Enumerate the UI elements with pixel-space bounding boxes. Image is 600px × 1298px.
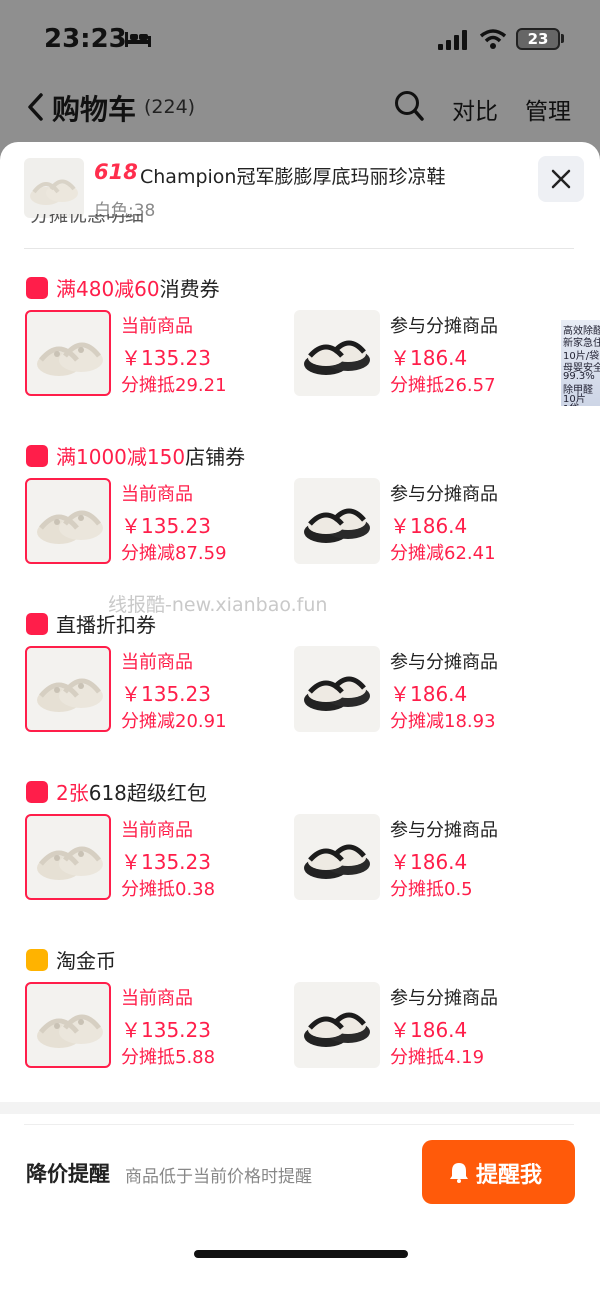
current-product-label: 当前商品 [121,484,193,505]
shared-product-image[interactable] [294,982,380,1068]
shared-product-price: ￥186.4 [390,1018,468,1042]
coupon-icon [26,277,48,299]
current-product-price: ￥135.23 [121,514,211,538]
shared-product-price: ￥186.4 [390,850,468,874]
current-product-share: 分摊抵0.38 [121,879,216,900]
shared-product-label: 参与分摊商品 [390,484,498,505]
divider [24,1124,574,1125]
discount-title: 淘金币 [56,949,116,973]
sandal-image [30,179,78,205]
remind-me-label: 提醒我 [476,1163,543,1188]
compare-button[interactable]: 对比 [452,92,498,126]
divider [24,248,574,249]
shared-product-image[interactable] [294,310,380,396]
battery-tip [561,34,564,43]
home-indicator [194,1250,408,1258]
discount-title: 满480减60消费券 [56,277,220,301]
discount-title: 2张618超级红包 [56,781,207,805]
shared-product-price: ￥186.4 [390,682,468,706]
red-packet-icon [26,781,48,803]
status-bar: 23:23 23 [0,0,600,80]
current-product-label: 当前商品 [121,316,193,337]
shared-product-label: 参与分摊商品 [390,316,498,337]
discount-title: 直播折扣券 [56,613,156,637]
current-product-label: 当前商品 [121,652,193,673]
discount-title: 满1000减150店铺券 [56,445,246,469]
discount-section: 淘金币 当前商品 ￥135.23 分摊抵5.88 参与分摊商品 ￥186.4 分摊抵4.19 [0,948,600,1113]
current-product-image[interactable] [25,478,111,564]
shop-icon [26,445,48,467]
live-icon [26,613,48,635]
close-icon [551,169,571,189]
shared-product-price: ￥186.4 [390,346,468,370]
shared-product-share: 分摊减62.41 [390,543,496,564]
page-title: 购物车 [52,93,137,126]
shared-product-share: 分摊抵26.57 [390,375,496,396]
discount-section: 满480减60消费券当前商品 ￥135.23 分摊抵29.21 参与分摊商品 ￥186.… [0,276,600,441]
current-product-share: 分摊抵5.88 [121,1047,216,1068]
current-product-price: ￥135.23 [121,850,211,874]
cellular-signal-icon [438,30,467,50]
shared-product-image[interactable] [294,814,380,900]
current-product-image[interactable] [25,982,111,1068]
shared-product-label: 参与分摊商品 [390,820,498,841]
current-product-price: ￥135.23 [121,346,211,370]
current-product-share: 分摊抵29.21 [121,375,227,396]
status-time: 23:23 [44,24,127,54]
shared-product-share: 分摊抵4.19 [390,1047,485,1068]
price-alert-description: 商品低于当前价格时提醒 [125,1167,312,1187]
current-product-image[interactable] [25,814,111,900]
shared-product-label: 参与分摊商品 [390,988,498,1009]
manage-button[interactable]: 管理 [525,92,571,126]
clipped-heading: 分摊优惠明细 [30,214,145,226]
current-product-label: 当前商品 [121,820,193,841]
current-product-share: 分摊减87.59 [121,543,227,564]
shared-product-share: 分摊抵0.5 [390,879,473,900]
promo-tag: 618 [94,160,138,184]
cart-count: (224) [144,96,196,118]
bell-icon [450,1163,468,1183]
discount-section: 2张618超级红包当前商品 ￥135.23 分摊抵0.38 参与分摊商品 ￥186.4 分… [0,780,600,945]
discount-section: 直播折扣券当前商品 ￥135.23 分摊减20.91 参与分摊商品 ￥186.4 分摊减1… [0,612,600,777]
current-product-price: ￥135.23 [121,1018,211,1042]
section-separator [0,1102,600,1114]
shared-product-image[interactable] [294,478,380,564]
shared-product-share: 分摊减18.93 [390,711,496,732]
product-title: Champion冠军膨膨厚底玛丽珍凉鞋 [140,166,446,188]
coin-icon [26,949,48,971]
current-product-price: ￥135.23 [121,682,211,706]
sleep-focus-icon [125,32,151,47]
battery-indicator: 23 [516,28,560,50]
price-alert-title: 降价提醒 [26,1162,110,1186]
discount-section: 满1000减150店铺券当前商品 ￥135.23 分摊减87.59 参与分摊商品 ￥18… [0,444,600,609]
current-product-label: 当前商品 [121,988,193,1009]
shared-product-image[interactable] [294,646,380,732]
close-button[interactable] [538,156,584,202]
discount-detail-sheet: 618 Champion冠军膨膨厚底玛丽珍凉鞋 白色;38 分摊优惠明细 高效除… [0,142,600,1298]
current-product-image[interactable] [25,646,111,732]
shared-product-label: 参与分摊商品 [390,652,498,673]
remind-me-button[interactable]: 提醒我 [422,1140,575,1204]
current-product-share: 分摊减20.91 [121,711,227,732]
back-arrow-icon[interactable] [26,92,44,122]
product-thumbnail [24,158,84,218]
search-icon[interactable] [394,90,424,122]
price-alert-bar: 降价提醒 商品低于当前价格时提醒 提醒我 [0,1114,600,1298]
shared-product-price: ￥186.4 [390,514,468,538]
current-product-image[interactable] [25,310,111,396]
wifi-icon [480,29,506,49]
